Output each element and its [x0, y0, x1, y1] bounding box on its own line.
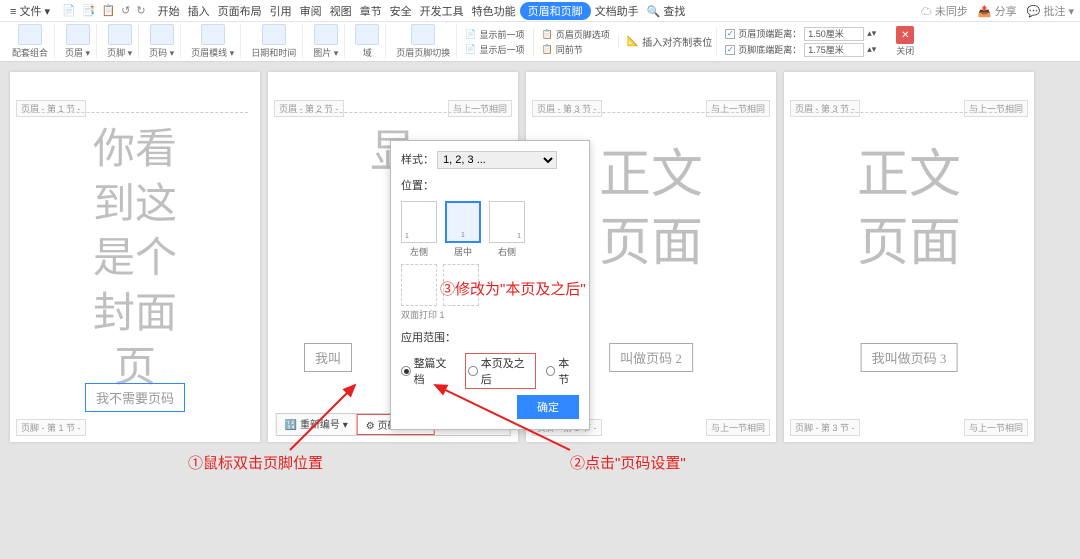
page4-footer-box[interactable]: 我叫做页码 3 [861, 343, 958, 372]
page-1: 页眉 - 第 1 节 - 你看到这是个封面页 我不需要页码 页脚 - 第 1 节… [10, 72, 260, 442]
ftr-dist-check[interactable]: ✓ [725, 45, 735, 55]
pos-right[interactable]: 1右侧 [489, 201, 525, 258]
tab-start[interactable]: 开始 [154, 3, 184, 19]
rg-template[interactable]: 配套组合 [6, 24, 55, 59]
title-bar: ≡ 文件 ▾ 📄📑📋↺↻ 开始 插入 页面布局 引用 审阅 视图 章节 安全 开… [0, 0, 1080, 22]
page1-footer-box[interactable]: 我不需要页码 [85, 383, 185, 412]
annotation-1: ①鼠标双击页脚位置 [188, 452, 323, 473]
rg-field[interactable]: 域 [349, 24, 386, 59]
hdr-dist-input[interactable]: 1.50厘米 [804, 27, 864, 41]
ok-button[interactable]: 确定 [517, 395, 579, 419]
rg-switch[interactable]: 页眉页脚切换 [390, 24, 457, 59]
file-menu[interactable]: ≡ 文件 ▾ [6, 3, 54, 19]
ribbon: 配套组合 页眉 ▾ 页脚 ▾ 页码 ▾ 页眉模线 ▾ 日期和时间 图片 ▾ 域 … [0, 22, 1080, 62]
scope-after[interactable]: 本页及之后 [465, 353, 536, 389]
ftr-tag-4: 页脚 - 第 3 节 - [790, 419, 860, 436]
show-next[interactable]: 📄显示后一项 [465, 43, 524, 56]
page4-body: 正文页面 [784, 142, 1034, 277]
tab-feature[interactable]: 特色功能 [468, 3, 520, 19]
show-prev[interactable]: 📄显示前一项 [465, 28, 524, 41]
pos-label: 位置： [401, 180, 434, 192]
page-4: 页眉 - 第 3 节 - 与上一节相同 正文页面 我叫做页码 3 页脚 - 第 … [784, 72, 1034, 442]
share-btn[interactable]: 📤 分享 [978, 3, 1017, 19]
same-as-prev[interactable]: 📋同前节 [542, 43, 610, 56]
workspace: 页眉 - 第 1 节 - 你看到这是个封面页 我不需要页码 页脚 - 第 1 节… [0, 62, 1080, 559]
rg-datetime[interactable]: 日期和时间 [245, 24, 303, 59]
rg-hdrline[interactable]: 页眉模线 ▾ [185, 24, 241, 59]
align-tab[interactable]: 📐插入对齐制表位 [618, 34, 712, 49]
hdr-tag-1: 页眉 - 第 1 节 - [16, 100, 86, 117]
hdr-dist-check[interactable]: ✓ [725, 29, 735, 39]
tab-safe[interactable]: 安全 [386, 3, 416, 19]
tab-section[interactable]: 章节 [356, 3, 386, 19]
tab-insert[interactable]: 插入 [184, 3, 214, 19]
rg-header[interactable]: 页眉 ▾ [59, 24, 97, 59]
tab-layout[interactable]: 页面布局 [214, 3, 266, 19]
rg-pagenum[interactable]: 页码 ▾ [143, 24, 181, 59]
hdr-same-4: 与上一节相同 [964, 100, 1028, 117]
close-hf[interactable]: ✕关闭 [890, 24, 920, 59]
search[interactable]: 🔍 查找 [643, 3, 690, 19]
scope-all[interactable]: 整篇文档 [401, 355, 455, 387]
page2-footer-box[interactable]: 我叫 [304, 343, 352, 372]
rg-pic[interactable]: 图片 ▾ [307, 24, 345, 59]
tab-dev[interactable]: 开发工具 [416, 3, 468, 19]
duplex-label: 双面打印 1 [401, 308, 579, 321]
rg-footer[interactable]: 页脚 ▾ [101, 24, 139, 59]
qat-icons[interactable]: 📄📑📋↺↻ [62, 4, 146, 17]
pos-left[interactable]: 1左侧 [401, 201, 437, 258]
tab-dochelper[interactable]: 文档助手 [591, 3, 643, 19]
ftr-tag-1: 页脚 - 第 1 节 - [16, 419, 86, 436]
style-label: 样式： [401, 154, 434, 166]
scope-label: 应用范围： [401, 332, 456, 344]
tab-view[interactable]: 视图 [326, 3, 356, 19]
hdr-tag-2: 页眉 - 第 2 节 - [274, 100, 344, 117]
hdr-same-2: 与上一节相同 [448, 100, 512, 117]
hdr-tag-4: 页眉 - 第 3 节 - [790, 100, 860, 117]
tab-header-footer[interactable]: 页眉和页脚 [520, 2, 591, 20]
hf-options[interactable]: 📋页眉页脚选项 [542, 28, 610, 41]
scope-section[interactable]: 本节 [546, 355, 579, 387]
style-select[interactable]: 1, 2, 3 ... [437, 151, 557, 169]
page1-body: 你看到这是个封面页 [10, 122, 260, 395]
mb-renumber[interactable]: 🔢 重新编号 ▾ [277, 414, 357, 435]
sync-status[interactable]: ☁ 未同步 [921, 3, 968, 19]
ftr-same-3: 与上一节相同 [706, 419, 770, 436]
hdr-same-3: 与上一节相同 [706, 100, 770, 117]
page3-footer-box[interactable]: 叫做页码 2 [609, 343, 693, 372]
tab-refs[interactable]: 引用 [266, 3, 296, 19]
ftr-same-4: 与上一节相同 [964, 419, 1028, 436]
ftr-dist-input[interactable]: 1.75厘米 [804, 43, 864, 57]
tab-review[interactable]: 审阅 [296, 3, 326, 19]
annotation-3: ③修改为"本页及之后" [440, 278, 586, 299]
hdr-tag-3: 页眉 - 第 3 节 - [532, 100, 602, 117]
annotation-2: ②点击"页码设置" [570, 452, 686, 473]
comment-btn[interactable]: 💬 批注 ▾ [1027, 3, 1074, 19]
pos-center[interactable]: 1居中 [445, 201, 481, 258]
